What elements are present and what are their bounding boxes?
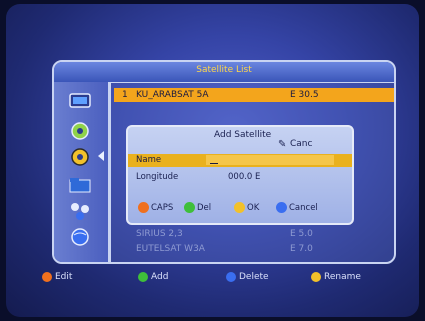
cancel-key[interactable]: Cancel: [276, 202, 318, 213]
cancel-key-label: Cancel: [289, 202, 318, 213]
gear-icon[interactable]: [68, 148, 92, 166]
list-item[interactable]: SIRIUS 2,3 E 5.0: [114, 227, 394, 241]
title-bar: Satellite List: [54, 62, 394, 83]
rename-label: Rename: [324, 272, 361, 282]
caps-key[interactable]: CAPS: [138, 202, 173, 213]
blue-dot-icon: [276, 202, 287, 213]
dialog-title: Add Satellite: [214, 130, 272, 140]
sat-name: KU_ARABSAT 5A: [136, 90, 209, 100]
caps-label: CAPS: [151, 202, 174, 213]
tv-screen: Satellite List 1 KU_ARABSAT 5A E 30.5 SI…: [6, 4, 419, 317]
side-menu: [54, 82, 111, 262]
green-dot-icon: [138, 272, 148, 282]
rename-key[interactable]: Rename: [311, 272, 361, 282]
longitude-label: Longitude: [136, 172, 179, 182]
edit-label: Edit: [55, 272, 73, 282]
sat-pos: E 5.0: [290, 229, 313, 239]
panel-title: Satellite List: [196, 65, 252, 75]
name-label: Name: [136, 155, 162, 165]
del-label: Del: [197, 202, 212, 213]
dialog-keys: CAPS Del OK Cancel: [138, 202, 352, 216]
ok-key[interactable]: OK: [234, 202, 259, 213]
list-item[interactable]: EUTELSAT W3A E 7.0: [114, 242, 394, 256]
ok-label: OK: [247, 202, 260, 213]
text-cursor: [210, 163, 218, 164]
cancel-label[interactable]: Canc: [290, 139, 312, 149]
red-dot-icon: [42, 272, 52, 282]
add-satellite-dialog: Add Satellite ✎ Canc Name Longitude 000.…: [126, 125, 354, 225]
sat-name: EUTELSAT W3A: [136, 244, 205, 254]
delete-label: Delete: [239, 272, 269, 282]
add-key[interactable]: Add: [138, 272, 168, 282]
red-dot-icon: [138, 202, 149, 213]
sat-num: 1: [122, 90, 128, 100]
pencil-icon: ✎: [278, 139, 287, 150]
tv-icon[interactable]: [68, 92, 92, 110]
green-dot-icon: [184, 202, 195, 213]
list-item[interactable]: [114, 102, 394, 116]
del-key[interactable]: Del: [184, 202, 211, 213]
yellow-dot-icon: [234, 202, 245, 213]
longitude-value[interactable]: 000.0 E: [228, 172, 260, 182]
sat-name: SIRIUS 2,3: [136, 229, 183, 239]
sat-pos: E 7.0: [290, 244, 313, 254]
satellite-dish-icon[interactable]: [68, 122, 92, 140]
network-icon[interactable]: [68, 202, 92, 220]
globe-icon[interactable]: [68, 228, 92, 246]
add-label: Add: [151, 272, 169, 282]
selection-arrow-icon: [98, 151, 104, 161]
edit-key[interactable]: Edit: [42, 272, 72, 282]
list-item[interactable]: 1 KU_ARABSAT 5A E 30.5: [114, 88, 394, 102]
bottom-key-bar: Edit Add Delete Rename: [6, 268, 419, 288]
name-row[interactable]: Name: [128, 154, 352, 167]
folder-icon[interactable]: [68, 176, 92, 194]
name-field[interactable]: [206, 155, 334, 165]
yellow-dot-icon: [311, 272, 321, 282]
sat-pos: E 30.5: [290, 90, 319, 100]
delete-key[interactable]: Delete: [226, 272, 269, 282]
blue-dot-icon: [226, 272, 236, 282]
longitude-row[interactable]: Longitude 000.0 E: [128, 171, 352, 184]
